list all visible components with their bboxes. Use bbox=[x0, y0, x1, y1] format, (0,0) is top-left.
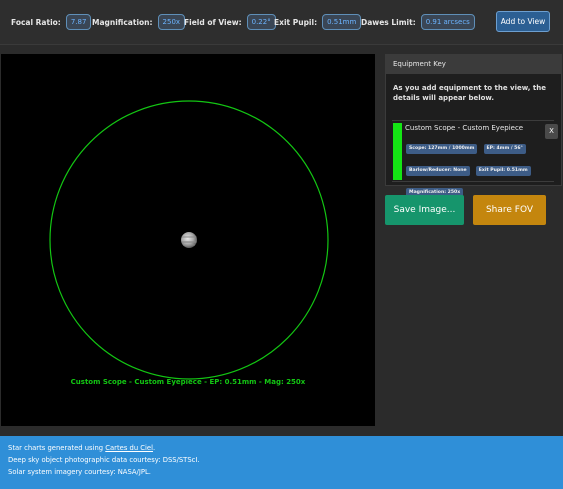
stat-focal-ratio: Focal Ratio: 7.87 bbox=[11, 14, 92, 30]
stat-field-of-view: Field of View: 0.22° bbox=[184, 14, 276, 30]
equipment-color-swatch bbox=[393, 123, 402, 180]
equipment-key-title: Equipment Key bbox=[386, 55, 561, 74]
stat-value: 0.22° bbox=[246, 14, 276, 30]
stat-label: Exit Pupil: bbox=[274, 17, 318, 27]
fov-label: Custom Scope - Custom Eyepiece - EP: 0.5… bbox=[70, 378, 306, 386]
jupiter-image bbox=[181, 232, 197, 248]
stats-bar: Focal Ratio: 7.87 Magnification: 250x Fi… bbox=[0, 0, 563, 45]
tag-exit-pupil: Exit Pupil: 0.51mm bbox=[475, 166, 531, 176]
stat-label: Dawes Limit: bbox=[361, 17, 416, 27]
remove-equipment-button[interactable]: X bbox=[545, 124, 558, 139]
credit-text: . bbox=[153, 444, 156, 452]
tag-eyepiece: EP: 4mm / 56° bbox=[483, 144, 526, 154]
credit-text: Star charts generated using bbox=[8, 444, 106, 452]
tag-barlow: Barlow/Reducer: None bbox=[406, 166, 470, 176]
stat-exit-pupil: Exit Pupil: 0.51mm bbox=[274, 14, 362, 30]
credit-solar-system: Solar system imagery courtesy: NASA/JPL. bbox=[8, 468, 151, 476]
credits-box: Star charts generated using Cartes du Ci… bbox=[0, 436, 563, 489]
stat-label: Focal Ratio: bbox=[11, 17, 61, 27]
equipment-name: Custom Scope - Custom Eyepiece bbox=[405, 124, 524, 132]
stat-magnification: Magnification: 250x bbox=[92, 14, 186, 30]
equipment-tags: Scope: 127mm / 1000mm EP: 4mm / 56° Barl… bbox=[406, 134, 541, 200]
tag-scope: Scope: 127mm / 1000mm bbox=[406, 144, 478, 154]
stat-value: 250x bbox=[157, 14, 186, 30]
stat-label: Magnification: bbox=[92, 17, 153, 27]
stat-value: 0.91 arcsecs bbox=[420, 14, 475, 30]
add-to-view-button[interactable]: Add to View bbox=[496, 11, 550, 32]
equipment-key-panel: Equipment Key As you add equipment to th… bbox=[385, 54, 562, 198]
fov-canvas bbox=[49, 100, 329, 380]
save-image-button[interactable]: Save Image... bbox=[385, 195, 464, 225]
equipment-item: Custom Scope - Custom Eyepiece Scope: 12… bbox=[392, 120, 558, 198]
cartes-du-ciel-link[interactable]: Cartes du Ciel bbox=[105, 444, 153, 452]
credit-dso: Deep sky object photographic data courte… bbox=[8, 456, 200, 464]
credit-star-charts: Star charts generated using Cartes du Ci… bbox=[8, 443, 155, 455]
stat-value: 0.51mm bbox=[322, 14, 362, 30]
stat-label: Field of View: bbox=[184, 17, 242, 27]
fov-view[interactable]: Custom Scope - Custom Eyepiece - EP: 0.5… bbox=[1, 54, 375, 426]
stat-value: 7.87 bbox=[65, 14, 92, 30]
share-fov-button[interactable]: Share FOV bbox=[473, 195, 546, 225]
stat-dawes-limit: Dawes Limit: 0.91 arcsecs bbox=[361, 14, 475, 30]
equipment-key-description: As you add equipment to the view, the de… bbox=[393, 84, 546, 102]
